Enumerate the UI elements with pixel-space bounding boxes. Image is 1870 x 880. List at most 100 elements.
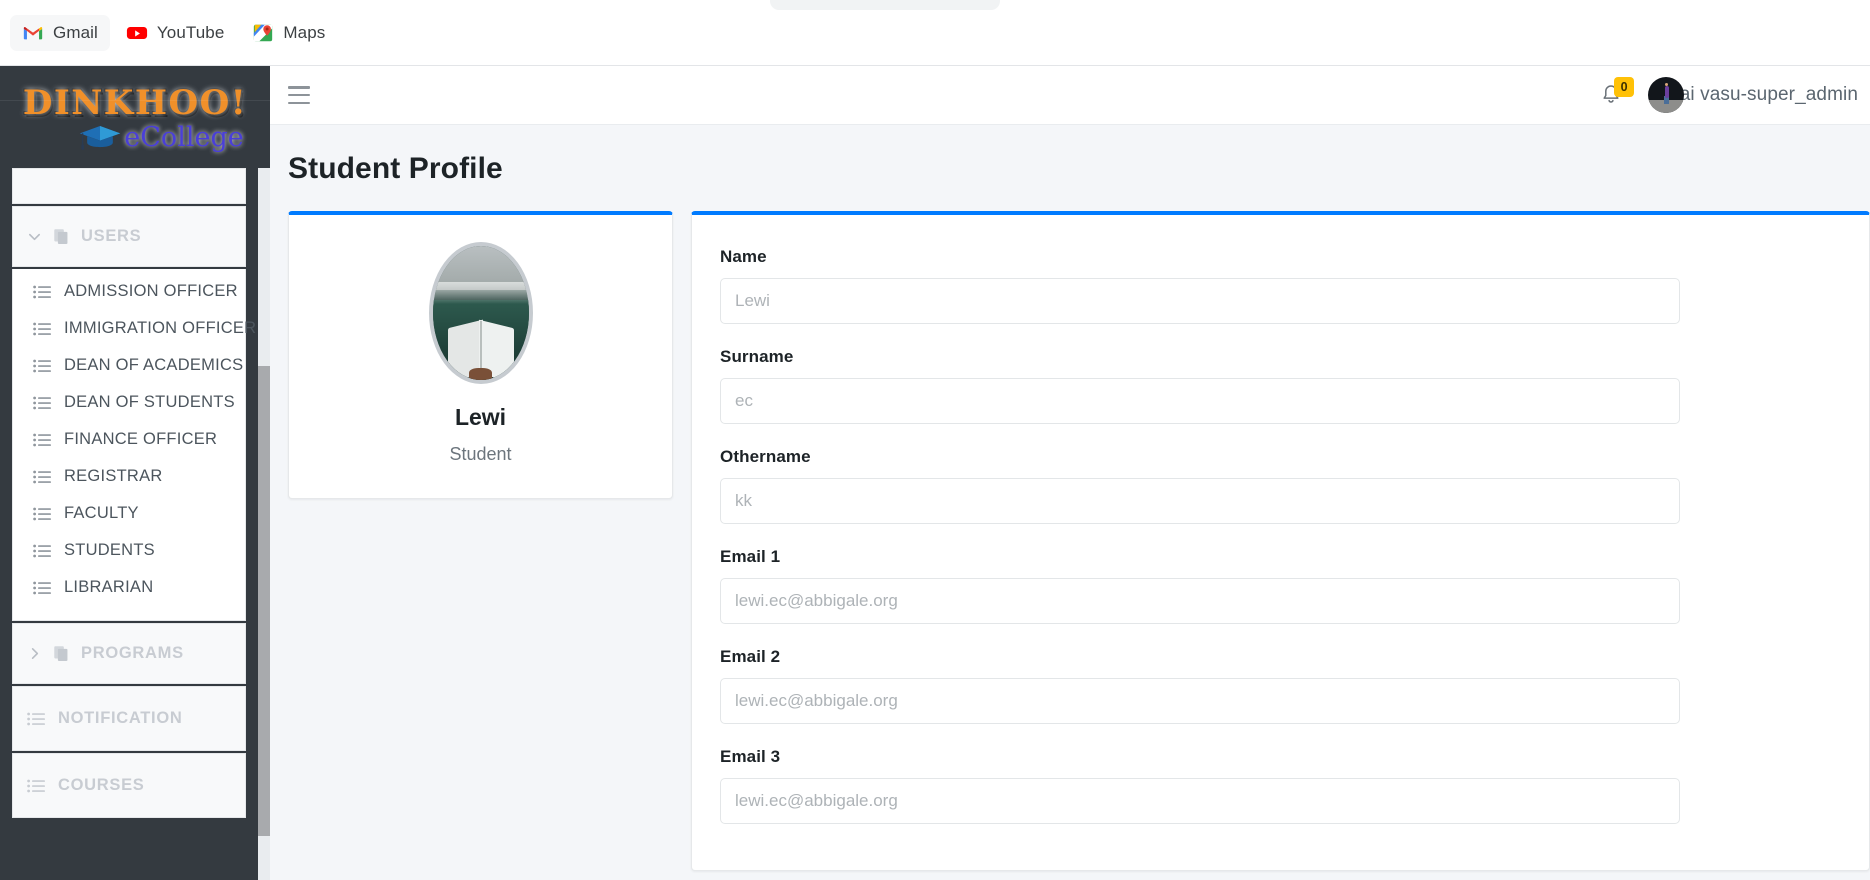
sidebar-item-label: FACULTY — [64, 504, 139, 522]
sidebar-item-label: DEAN OF STUDENTS — [64, 393, 235, 411]
google-maps-icon — [252, 22, 274, 44]
sidebar-item-label: NOTIFICATION — [58, 709, 183, 727]
browser-bookmarks-bar: Gmail YouTube Maps — [0, 0, 1870, 66]
sidebar-group-label: USERS — [81, 227, 142, 245]
avatar — [1648, 77, 1685, 113]
list-icon — [33, 581, 51, 595]
form-field-email-3: Email 3 — [720, 747, 1869, 824]
bookmark-label: Maps — [283, 22, 326, 42]
notification-badge: 0 — [1614, 77, 1635, 97]
form-field-othername: Othername — [720, 447, 1869, 524]
browser-tab-stub — [770, 0, 1000, 10]
list-icon — [33, 359, 51, 373]
surname-input[interactable] — [720, 378, 1680, 424]
sidebar-group-items-users: ADMISSION OFFICER IMMIGRATION OFFICER DE… — [12, 269, 256, 621]
field-label: Name — [720, 247, 767, 266]
sidebar-group-label: PROGRAMS — [81, 644, 184, 662]
list-icon — [27, 712, 45, 726]
form-field-email-1: Email 1 — [720, 547, 1869, 624]
chevron-right-icon — [27, 646, 42, 661]
sidebar-item-immigration-officer[interactable]: IMMIGRATION OFFICER — [13, 310, 256, 347]
hamburger-icon[interactable] — [288, 86, 310, 104]
copy-icon — [53, 228, 70, 245]
email-2-input[interactable] — [720, 678, 1680, 724]
profile-role: Student — [449, 444, 512, 464]
sidebar-group-header-users[interactable]: USERS — [13, 207, 245, 266]
youtube-icon — [126, 22, 148, 44]
list-icon — [33, 470, 51, 484]
profile-form-card: Name Surname Othername Email 1 Email 2 E — [691, 211, 1870, 871]
graduation-cap-icon — [78, 122, 122, 152]
brand-wordmark: DINKHOO! — [22, 83, 248, 123]
sidebar-item-registrar[interactable]: REGISTRAR — [13, 458, 245, 495]
sidebar-item-label: ADMISSION OFFICER — [64, 282, 238, 300]
copy-icon — [53, 645, 70, 662]
sidebar-item-label: IMMIGRATION OFFICER — [64, 319, 257, 337]
notifications-button[interactable]: 0 — [1600, 77, 1635, 107]
user-menu[interactable]: sai vasu-super_admin — [1648, 77, 1858, 113]
profile-name: Lewi — [454, 404, 507, 430]
bookmark-label: Gmail — [53, 22, 98, 42]
sidebar-nav-spacer — [12, 168, 246, 204]
main-content: 0 sai vasu-super_admin Student Profile L… — [270, 66, 1870, 880]
bookmark-label: YouTube — [156, 22, 225, 42]
sidebar-scrollbar-thumb[interactable] — [258, 366, 270, 836]
field-label: Othername — [720, 447, 811, 466]
brand-subtitle: eCollege — [78, 121, 244, 153]
name-input[interactable] — [720, 278, 1680, 324]
sidebar-nav: USERS ADMISSION OFFICER IMMIGRATION OFFI… — [0, 168, 258, 818]
user-name: sai vasu-super_admin — [1670, 84, 1858, 105]
field-label: Email 2 — [720, 647, 781, 666]
list-icon — [33, 507, 51, 521]
sidebar-item-notification[interactable]: NOTIFICATION — [12, 686, 246, 751]
sidebar-item-label: COURSES — [58, 776, 145, 794]
sidebar-item-label: DEAN OF ACADEMICS — [64, 356, 244, 374]
email-1-input[interactable] — [720, 578, 1680, 624]
field-label: Surname — [720, 347, 794, 366]
form-field-surname: Surname — [720, 347, 1869, 424]
list-icon — [33, 433, 51, 447]
email-3-input[interactable] — [720, 778, 1680, 824]
profile-summary-card: Lewi Student — [288, 211, 673, 499]
gmail-icon — [22, 22, 44, 44]
sidebar-nav-scroll: USERS ADMISSION OFFICER IMMIGRATION OFFI… — [0, 168, 270, 880]
brand-divider — [0, 100, 270, 101]
sidebar-item-dean-of-students[interactable]: DEAN OF STUDENTS — [13, 384, 245, 421]
bookmark-youtube[interactable]: YouTube — [114, 15, 237, 51]
sidebar-item-students[interactable]: STUDENTS — [13, 532, 245, 569]
profile-content: Lewi Student Name Surname Othername Emai… — [270, 186, 1870, 871]
sidebar-item-label: FINANCE OFFICER — [64, 430, 218, 448]
form-field-name: Name — [720, 247, 1869, 324]
sidebar-item-librarian[interactable]: LIBRARIAN — [13, 569, 245, 606]
field-label: Email 1 — [720, 547, 781, 566]
sidebar-item-dean-of-academics[interactable]: DEAN OF ACADEMICS — [13, 347, 245, 384]
chevron-down-icon — [27, 229, 42, 244]
brand-logo[interactable]: DINKHOO! eCollege — [0, 66, 270, 168]
sidebar-group-programs: PROGRAMS — [12, 623, 246, 684]
othername-input[interactable] — [720, 478, 1680, 524]
sidebar-group-users: USERS — [12, 206, 246, 267]
list-icon — [33, 285, 51, 299]
sidebar-item-admission-officer[interactable]: ADMISSION OFFICER — [13, 273, 245, 310]
brand-suffix: eCollege — [124, 121, 244, 153]
sidebar-item-finance-officer[interactable]: FINANCE OFFICER — [13, 421, 245, 458]
sidebar-item-faculty[interactable]: FACULTY — [13, 495, 245, 532]
form-field-email-2: Email 2 — [720, 647, 1869, 724]
page-title: Student Profile — [288, 152, 503, 185]
bookmark-maps[interactable]: Maps — [240, 15, 337, 51]
list-icon — [33, 544, 51, 558]
sidebar-group-header-programs[interactable]: PROGRAMS — [13, 624, 245, 683]
sidebar-item-courses[interactable]: COURSES — [12, 753, 246, 818]
sidebar-item-label: LIBRARIAN — [64, 578, 154, 596]
bookmark-gmail[interactable]: Gmail — [10, 14, 110, 51]
sidebar-item-label: STUDENTS — [64, 541, 155, 559]
list-icon — [27, 779, 45, 793]
topbar: 0 sai vasu-super_admin — [270, 66, 1870, 125]
topbar-actions: 0 sai vasu-super_admin — [1600, 77, 1862, 113]
sidebar: DINKHOO! eCollege USERS ADMISSION OFFICE… — [0, 66, 270, 880]
list-icon — [33, 396, 51, 410]
student-photo — [428, 242, 533, 384]
field-label: Email 3 — [720, 747, 781, 766]
list-icon — [33, 322, 51, 336]
sidebar-item-label: REGISTRAR — [64, 467, 163, 485]
